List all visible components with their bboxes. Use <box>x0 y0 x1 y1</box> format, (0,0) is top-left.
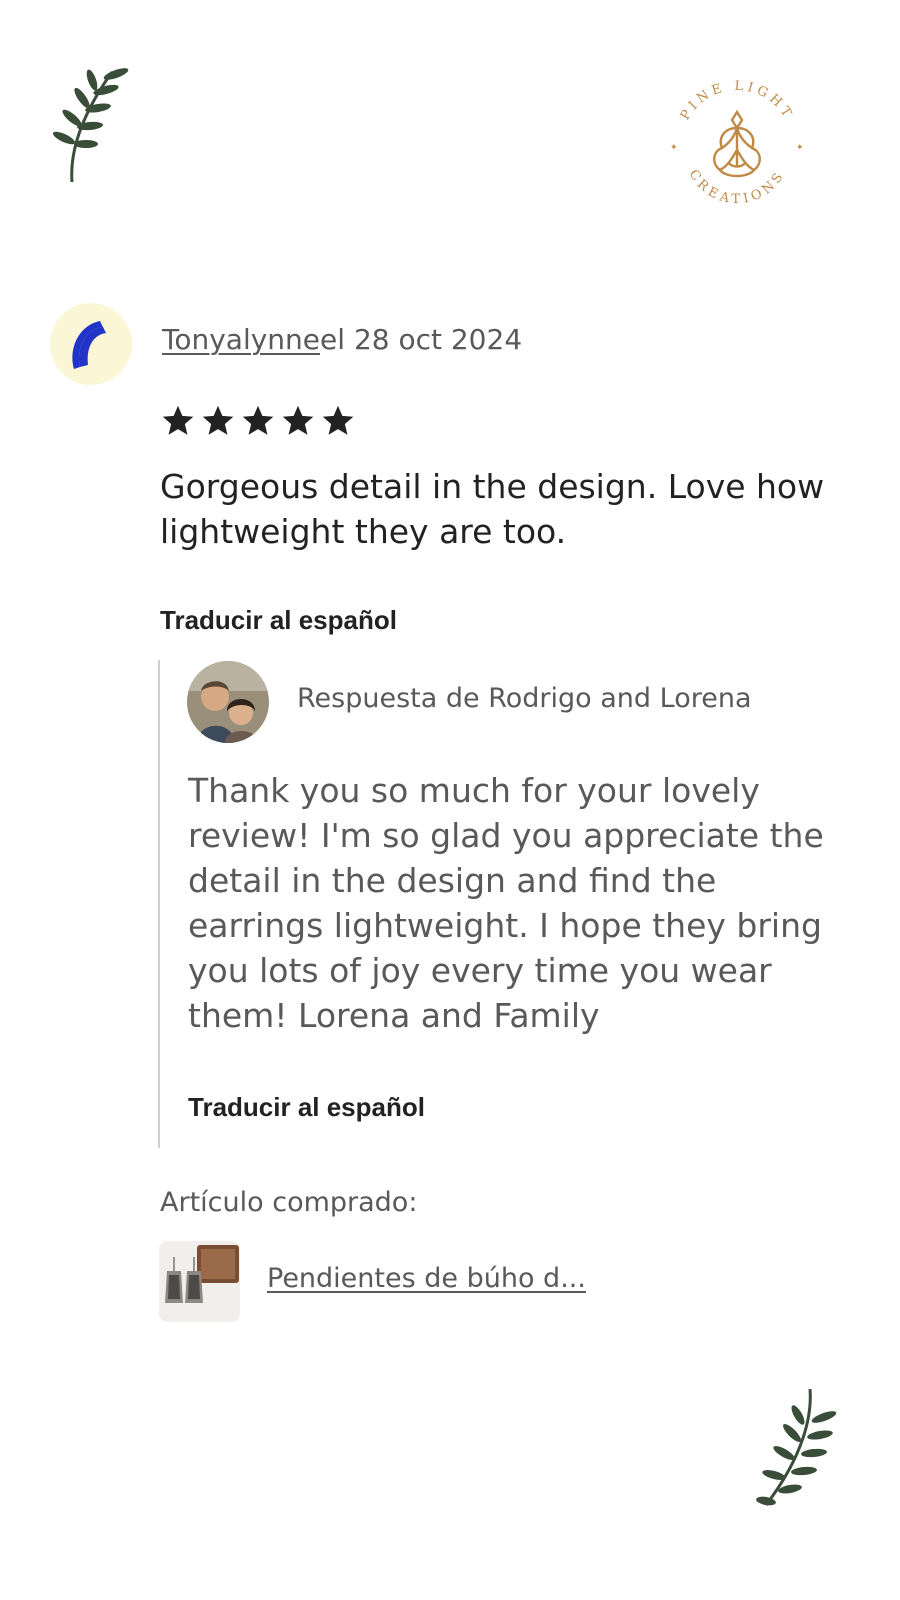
svg-text:PINE LIGHT: PINE LIGHT <box>678 79 796 123</box>
review-text: Gorgeous detail in the design. Love how … <box>160 467 825 551</box>
review-date: el 28 oct 2024 <box>320 323 523 356</box>
reply-header: Respuesta de Rodrigo and Lorena <box>297 683 752 714</box>
reply-text: Thank you so much for your lovely review… <box>188 771 824 1035</box>
leaf-branch-icon <box>756 1388 837 1506</box>
svg-text:✦: ✦ <box>670 143 678 153</box>
review-byline: Tonyalynneel 28 oct 2024 <box>162 323 522 356</box>
purchased-item-thumbnail[interactable] <box>159 1241 240 1322</box>
purchased-item-label: Artículo comprado: <box>160 1187 418 1218</box>
purchased-item-link[interactable]: Pendientes de búho d... <box>267 1263 586 1294</box>
star-icon <box>282 405 314 435</box>
reviewer-name-link[interactable]: Tonyalynne <box>162 323 320 356</box>
svg-text:CREATIONS: CREATIONS <box>686 167 789 207</box>
leaf-branch-icon <box>52 68 129 183</box>
reviewer-avatar[interactable] <box>50 303 132 385</box>
star-icon <box>242 405 274 435</box>
reply-divider <box>158 660 160 1148</box>
seller-avatar <box>187 661 269 743</box>
moon-icon <box>72 321 106 369</box>
pine-light-creations-logo: PINE LIGHT CREATIONS ✦ ✦ <box>670 79 804 207</box>
svg-text:✦: ✦ <box>796 143 804 153</box>
star-rating <box>160 403 356 439</box>
translate-review-button[interactable]: Traducir al español <box>160 605 397 636</box>
star-icon <box>162 405 194 435</box>
star-icon <box>202 405 234 435</box>
star-icon <box>322 405 354 435</box>
translate-reply-button[interactable]: Traducir al español <box>188 1092 425 1123</box>
